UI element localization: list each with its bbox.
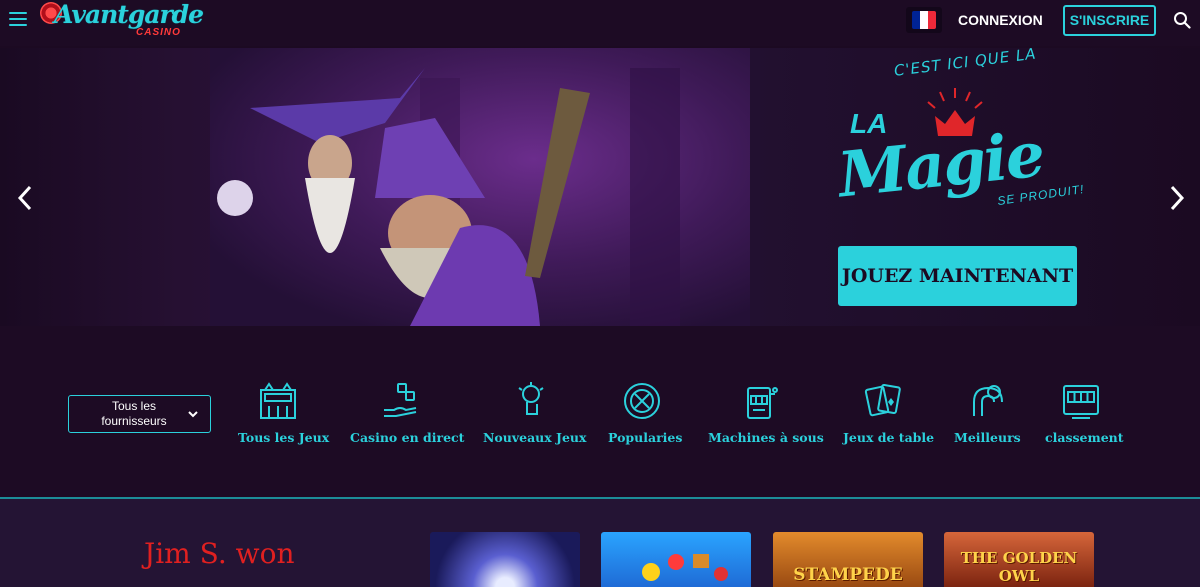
winners-section: Jim S. won STAMPEDE THE GOLDEN OWL <box>0 499 1200 587</box>
hero-tagline: C'EST ICI QUE LA <box>893 48 1038 80</box>
category-new-games[interactable]: Nouveaux Jeux <box>483 380 587 445</box>
category-live-casino[interactable]: Casino en direct <box>350 380 465 445</box>
category-slots[interactable]: Machines à sous <box>708 380 824 445</box>
provider-dropdown-label: Tous les fournisseurs <box>101 399 167 428</box>
previous-slide-icon[interactable] <box>14 183 36 213</box>
next-slide-icon[interactable] <box>1166 183 1188 213</box>
category-label: Casino en direct <box>350 430 465 445</box>
playing-cards-icon <box>864 383 901 417</box>
game-title: THE GOLDEN OWL <box>960 549 1078 585</box>
category-table-games[interactable]: Jeux de table <box>843 380 935 445</box>
game-thumbnail[interactable] <box>430 532 580 587</box>
chevron-down-icon <box>188 411 198 418</box>
category-label: Machines à sous <box>708 430 824 445</box>
menu-icon[interactable] <box>9 12 27 28</box>
logo-text: Avantgarde <box>54 0 204 29</box>
category-best[interactable]: Meilleurs <box>954 380 1021 445</box>
category-label: Popularies <box>608 430 683 445</box>
category-label: Tous les Jeux <box>238 430 330 445</box>
game-thumbnail[interactable]: STAMPEDE <box>773 532 923 587</box>
game-title: STAMPEDE <box>793 565 903 585</box>
category-popular[interactable]: Popularies <box>608 380 683 445</box>
recent-winner-text: Jim S. won <box>144 537 295 570</box>
roulette-wheel-icon <box>624 383 660 419</box>
france-flag-icon <box>912 11 936 29</box>
login-button[interactable]: CONNEXION <box>958 12 1043 28</box>
wizards-illustration <box>210 48 750 326</box>
fruit-symbols-icon <box>642 554 728 581</box>
site-logo[interactable]: Avantgarde CASINO <box>40 0 204 46</box>
game-categories-bar: Tous les fournisseurs Tous les Jeux Casi… <box>0 326 1200 498</box>
language-selector[interactable] <box>906 7 942 33</box>
leaderboard-slot-icon <box>1063 385 1099 419</box>
category-all-games[interactable]: Tous les Jeux <box>238 380 330 445</box>
category-label: Nouveaux Jeux <box>483 430 587 445</box>
magnet-icon <box>973 385 1003 416</box>
slot-machine-icon <box>747 387 778 419</box>
search-icon[interactable] <box>1173 11 1191 29</box>
category-leaderboard[interactable]: classement <box>1045 380 1124 445</box>
category-label: classement <box>1045 430 1124 445</box>
new-games-icon <box>518 382 544 415</box>
category-label: Meilleurs <box>954 430 1021 445</box>
play-now-button[interactable]: JOUEZ MAINTENANT <box>838 246 1077 306</box>
game-thumbnail[interactable] <box>601 532 751 587</box>
category-label: Jeux de table <box>843 430 935 445</box>
game-thumbnail[interactable]: THE GOLDEN OWL <box>944 532 1094 587</box>
provider-dropdown[interactable]: Tous les fournisseurs <box>68 395 211 433</box>
signup-button[interactable]: S'INSCRIRE <box>1063 5 1156 36</box>
dealer-hand-dice-icon <box>384 383 417 417</box>
casino-building-icon <box>260 382 296 419</box>
hero-banner: C'EST ICI QUE LA LA Magie SE PRODUIT! JO… <box>0 48 1200 326</box>
logo-subtext: CASINO <box>136 27 181 38</box>
top-header: Avantgarde CASINO CONNEXION S'INSCRIRE <box>0 0 1200 46</box>
